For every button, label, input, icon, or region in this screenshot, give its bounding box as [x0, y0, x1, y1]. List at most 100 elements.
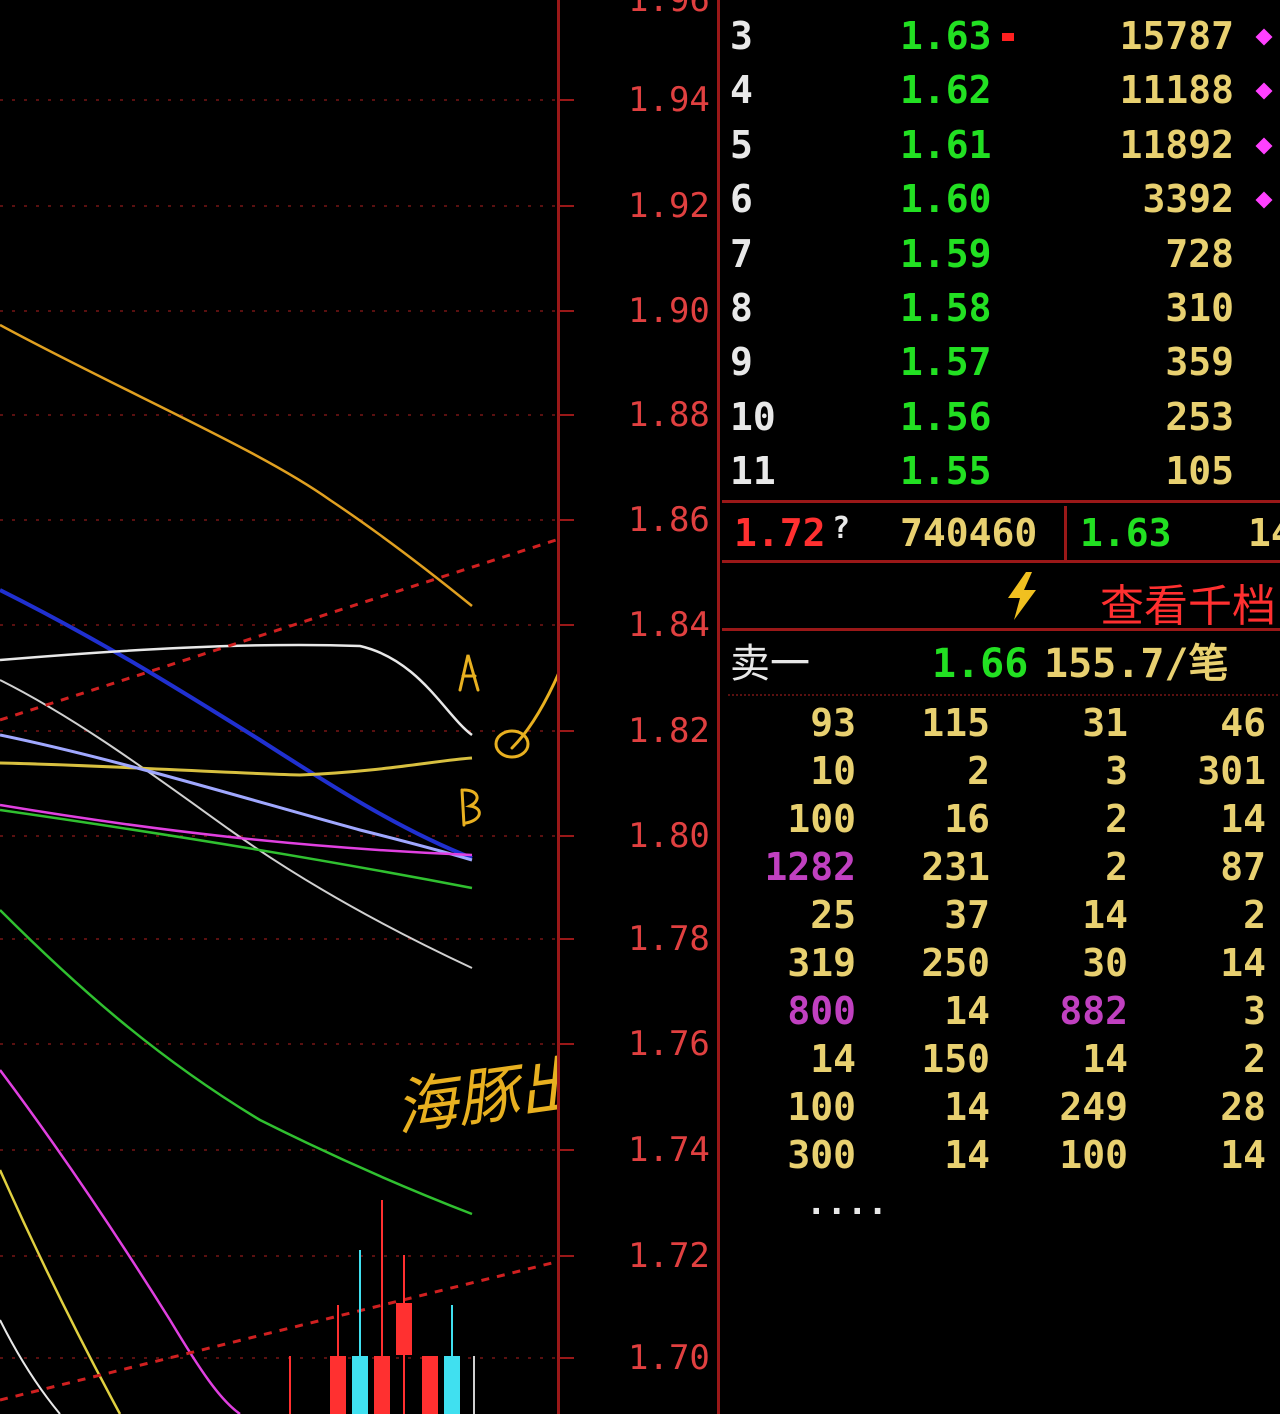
order-level-row[interactable]: 8 1.58 310: [722, 281, 1280, 335]
trade-cell: 28: [1220, 1085, 1266, 1129]
diamond-icon: [1255, 191, 1273, 209]
axis-label: 1.84: [628, 605, 710, 645]
lightning-icon: [1008, 572, 1036, 620]
level-price: 1.59: [900, 231, 992, 276]
axis-ticks: [560, 99, 574, 1359]
ma-line-white-3: [0, 1319, 61, 1414]
price-axis: 1.96 1.94 1.92 1.90 1.88 1.86 1.84 1.82 …: [557, 0, 720, 1414]
last-price: 1.72: [734, 511, 826, 555]
level-price: 1.58: [900, 286, 992, 330]
ma-line-orange: [0, 323, 473, 607]
trade-cell: 14: [944, 1133, 990, 1177]
trade-cell: 25: [810, 893, 856, 937]
trade-cell: 93: [810, 701, 856, 745]
diamond-icon: [1255, 137, 1273, 155]
trade-cell: 100: [787, 1085, 856, 1129]
trade-cell: 14: [1220, 941, 1266, 985]
level-index: 3: [730, 14, 753, 58]
trendline-upper: [0, 538, 557, 722]
chart-canvas[interactable]: 海豚出水 AB: [0, 0, 560, 1414]
level-volume: 105: [1165, 449, 1234, 494]
trade-cell: 150: [921, 1037, 990, 1081]
trendline-lower: [0, 1260, 557, 1402]
handwriting-annotation: 海豚出水: [390, 1038, 560, 1145]
price-chart[interactable]: 海豚出水 AB: [0, 0, 560, 1414]
trade-cell: 2: [1243, 1037, 1266, 1081]
axis-label: 1.76: [628, 1024, 710, 1064]
candlesticks: [289, 1200, 475, 1414]
level-volume: 728: [1165, 231, 1234, 276]
axis-label: 1.94: [628, 80, 710, 120]
divider: [722, 500, 1280, 503]
level-volume: 11188: [1119, 68, 1234, 113]
trade-cell: 231: [921, 845, 990, 889]
axis-label: 1.86: [628, 500, 710, 540]
axis-border-right: [717, 0, 720, 1414]
annotation-label-a: A: [470, 688, 471, 691]
trade-cell: 800: [787, 989, 856, 1033]
axis-label: 1.82: [628, 711, 710, 751]
level-volume: 253: [1165, 394, 1234, 439]
axis-label: 1.88: [628, 395, 710, 435]
trade-cell: 14: [1220, 1133, 1266, 1177]
trade-cell: 1282: [764, 845, 856, 889]
sell-one-price: 1.66: [932, 641, 1029, 687]
order-book: 3 1.63 15787 4 1.62 11188 5 1.61 11892 6 1.60 3392 7…: [722, 0, 1280, 1414]
question-mark-icon[interactable]: ?: [832, 502, 850, 556]
axis-label: 1.74: [628, 1130, 710, 1170]
ma-line-lightblue: [0, 733, 473, 862]
trade-cell: 14: [944, 989, 990, 1033]
axis-label: 1.70: [628, 1338, 710, 1378]
level-volume: 11892: [1119, 122, 1234, 167]
order-level-row[interactable]: 4 1.62 11188: [722, 63, 1280, 117]
level-change-marker: [1002, 33, 1014, 41]
trade-cell: 37: [944, 893, 990, 937]
dotted-divider: [728, 694, 1278, 696]
view-thousand-levels[interactable]: 查看千档: [722, 566, 1280, 632]
level-price: 1.60: [900, 177, 992, 222]
level-price: 1.56: [900, 394, 992, 439]
trade-cell: 319: [787, 941, 856, 985]
axis-label: 1.78: [628, 919, 710, 959]
trade-cell: 87: [1220, 845, 1266, 889]
quote-truncated: 14: [1248, 511, 1280, 555]
level-price: 1.61: [900, 122, 992, 167]
trade-cell: 2: [967, 749, 990, 793]
order-level-row[interactable]: 7 1.59 728: [722, 227, 1280, 281]
quote-divider: [1064, 506, 1067, 560]
trade-cell: 115: [921, 701, 990, 745]
level-index: 5: [730, 122, 753, 167]
level-index: 8: [730, 286, 753, 330]
trade-cell: 14: [1220, 797, 1266, 841]
trade-cell: 300: [787, 1133, 856, 1177]
trade-cell: 14: [944, 1085, 990, 1129]
axis-label: 1.90: [628, 291, 710, 331]
order-level-row[interactable]: 9 1.57 359: [722, 335, 1280, 389]
order-level-row[interactable]: 6 1.60 3392: [722, 172, 1280, 226]
sell-one-label: 卖一: [730, 641, 810, 687]
order-level-row[interactable]: 3 1.63 15787: [722, 9, 1280, 63]
trade-cell: 100: [787, 797, 856, 841]
trade-cell: 2: [1105, 797, 1128, 841]
trade-cell: 100: [1059, 1133, 1128, 1177]
order-level-row[interactable]: 5 1.61 11892: [722, 118, 1280, 172]
level-index: 9: [730, 340, 753, 385]
more-ellipsis[interactable]: ····: [806, 1192, 888, 1232]
sell-one-row: 卖一 1.66 155.7/笔: [722, 634, 1280, 694]
ma-line-white: [0, 643, 473, 737]
level-index: 10: [730, 394, 776, 439]
ma-line-magenta: [0, 1069, 241, 1414]
axis-label: 1.96: [628, 0, 710, 20]
order-level-row[interactable]: 11 1.55 105: [722, 444, 1280, 498]
divider: [722, 560, 1280, 563]
trade-cell: 3: [1243, 989, 1266, 1033]
order-level-row[interactable]: 10 1.56 253: [722, 390, 1280, 444]
diamond-icon: [1255, 28, 1273, 46]
level-volume: 359: [1165, 340, 1234, 385]
trade-cell: 16: [944, 797, 990, 841]
trade-cell: 14: [1082, 1037, 1128, 1081]
view-thousand-levels-label[interactable]: 查看千档: [1100, 570, 1276, 634]
trade-cell: 301: [1197, 749, 1266, 793]
level-index: 4: [730, 68, 753, 113]
ma-line-pink: [0, 803, 473, 857]
